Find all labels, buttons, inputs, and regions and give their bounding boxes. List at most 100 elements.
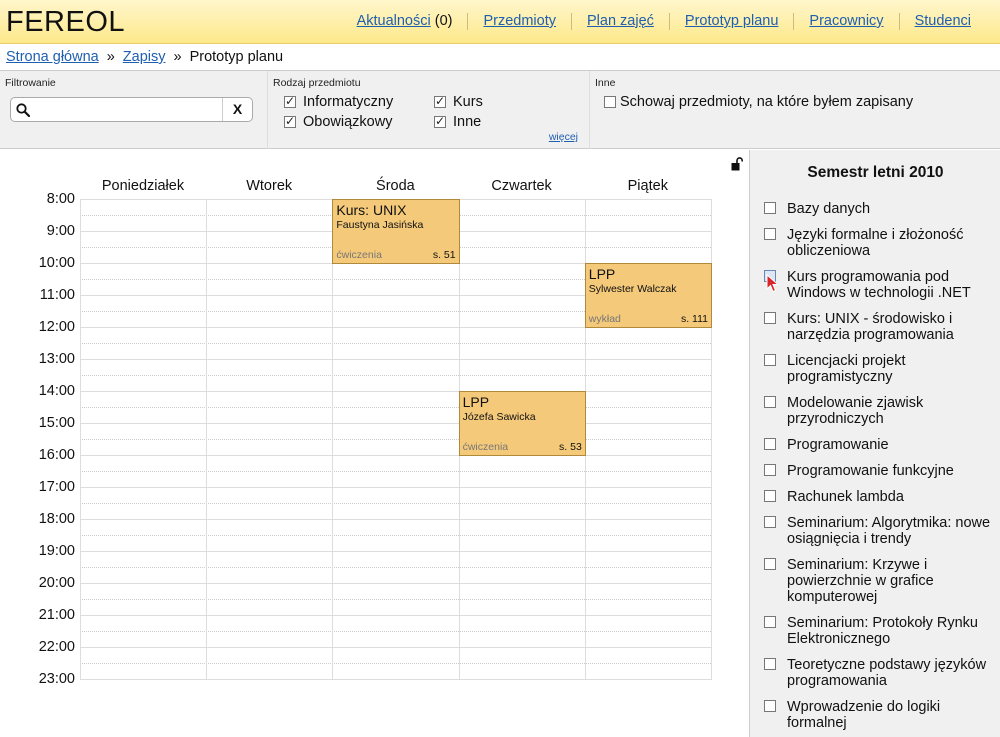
breadcrumb: Strona główna » Zapisy » Prototyp planu <box>0 44 1000 71</box>
half-hour-gridline <box>80 375 711 376</box>
hour-label: 8:00 <box>46 191 75 207</box>
course-item[interactable]: Modelowanie zjawisk przyrodniczych <box>764 395 996 427</box>
hour-gridline <box>80 359 711 360</box>
course-checkbox[interactable] <box>764 658 776 670</box>
hour-label: 9:00 <box>46 223 75 239</box>
hour-gridline <box>80 679 711 680</box>
course-item[interactable]: Języki formalne i złożoność obliczeniowa <box>764 227 996 259</box>
kind-option-obowiazkowy[interactable]: Obowiązkowy <box>284 114 392 130</box>
event-title: LPP <box>462 394 490 410</box>
course-item[interactable]: Wprowadzenie do logiki formalnej <box>764 699 996 731</box>
course-checkbox[interactable] <box>764 396 776 408</box>
checkbox-informatyczny[interactable] <box>284 94 296 108</box>
course-checkbox[interactable] <box>764 490 776 502</box>
hour-label: 10:00 <box>38 255 75 271</box>
search-box: X <box>10 97 253 122</box>
course-label: Kurs programowania pod Windows w technol… <box>787 269 971 301</box>
nav-link-prototype[interactable]: Prototyp planu <box>685 13 779 29</box>
course-label: Kurs: UNIX - środowisko i narzędzia prog… <box>787 311 954 343</box>
checkbox-kurs[interactable] <box>434 94 446 108</box>
half-hour-gridline <box>80 471 711 472</box>
filter-section-title: Filtrowanie <box>5 77 56 89</box>
hour-label: 21:00 <box>38 607 75 623</box>
unlock-icon[interactable] <box>731 157 743 171</box>
event-title: Kurs: UNIX <box>336 202 407 218</box>
nav-link-courses[interactable]: Przedmioty <box>483 13 556 29</box>
kind-option-informatyczny[interactable]: Informatyczny <box>284 94 393 110</box>
course-sidebar: Semestr letni 2010 Bazy danych Języki for… <box>749 150 1000 737</box>
event-type: ćwiczenia <box>462 441 509 453</box>
calendar-event[interactable]: LPP Sylwester Walczak wykład s. 111 <box>584 263 712 328</box>
half-hour-gridline <box>80 631 711 632</box>
course-label: Modelowanie zjawisk przyrodniczych <box>787 395 924 427</box>
course-item[interactable]: Bazy danych <box>764 201 996 217</box>
nav-link-schedule[interactable]: Plan zajęć <box>587 13 654 29</box>
hour-label: 11:00 <box>39 287 75 303</box>
checkbox-inne[interactable] <box>434 114 446 128</box>
kind-option-kurs[interactable]: Kurs <box>434 94 483 110</box>
course-item[interactable]: Programowanie funkcyjne <box>764 463 996 479</box>
checkbox-hide-enrolled[interactable] <box>604 96 616 108</box>
kind-option-inne[interactable]: Inne <box>434 114 481 130</box>
course-item[interactable]: Seminarium: Algorytmika: nowe osiągnięci… <box>764 515 996 547</box>
header-bar: FEREOL Aktualności (0) Przedmioty Plan z… <box>0 0 1000 44</box>
nav-link-students[interactable]: Studenci <box>915 13 971 29</box>
calendar-event[interactable]: Kurs: UNIX Faustyna Jasińska ćwiczenia s. 5… <box>332 199 460 264</box>
course-item[interactable]: Kurs: UNIX - środowisko i narzędzia prog… <box>764 311 996 343</box>
hour-gridline <box>80 455 711 456</box>
hour-gridline <box>80 391 711 392</box>
filter-section: Filtrowanie X <box>0 71 268 149</box>
course-label: Seminarium: Protokoły Rynku Elektroniczn… <box>787 615 978 647</box>
event-type: wykład <box>588 313 621 325</box>
kind-option-label: Kurs <box>453 94 483 110</box>
nav-link-employees[interactable]: Pracownicy <box>809 13 883 29</box>
kind-option-label: Informatyczny <box>303 94 394 110</box>
course-checkbox[interactable] <box>764 516 776 528</box>
course-checkbox[interactable] <box>764 354 776 366</box>
hour-label: 13:00 <box>38 351 75 367</box>
other-section-title: Inne <box>595 77 616 89</box>
course-item[interactable]: Rachunek lambda <box>764 489 996 505</box>
nav-item-schedule: Plan zajęć <box>571 13 669 30</box>
breadcrumb-enrollments[interactable]: Zapisy <box>123 49 166 65</box>
day-header: Środa <box>376 178 415 194</box>
clear-search-button[interactable]: X <box>222 98 252 121</box>
course-checkbox[interactable] <box>764 616 776 628</box>
nav-link-news[interactable]: Aktualności <box>357 13 431 29</box>
event-room: s. 111 <box>680 313 708 325</box>
course-checkbox[interactable] <box>764 700 776 712</box>
course-label: Języki formalne i złożoność obliczeniowa <box>787 227 964 259</box>
course-item[interactable]: Seminarium: Protokoły Rynku Elektroniczn… <box>764 615 996 647</box>
hour-gridline <box>80 615 711 616</box>
course-checkbox[interactable] <box>764 438 776 450</box>
course-label: Licencjacki projekt programistyczny <box>787 353 906 385</box>
course-checkbox[interactable] <box>764 464 776 476</box>
half-hour-gridline <box>80 599 711 600</box>
course-item[interactable]: Licencjacki projekt programistyczny <box>764 353 996 385</box>
search-input[interactable] <box>35 100 223 119</box>
checkbox-obowiazkowy[interactable] <box>284 114 296 128</box>
course-item[interactable]: Seminarium: Krzywe i powierzchnie w graf… <box>764 557 996 605</box>
course-checkbox[interactable] <box>764 202 776 214</box>
course-item[interactable]: Kurs programowania pod Windows w technol… <box>764 269 996 301</box>
course-checkbox[interactable] <box>764 228 776 240</box>
course-label: Seminarium: Krzywe i powierzchnie w graf… <box>787 557 934 605</box>
course-item[interactable]: Programowanie <box>764 437 996 453</box>
event-room: s. 53 <box>559 441 582 453</box>
hour-label: 17:00 <box>38 479 75 495</box>
hour-gridline <box>80 551 711 552</box>
breadcrumb-home[interactable]: Strona główna <box>6 49 99 65</box>
course-item[interactable]: Teoretyczne podstawy języków programowan… <box>764 657 996 689</box>
hour-gridline <box>80 519 711 520</box>
more-options-link[interactable]: więcej <box>549 131 578 143</box>
half-hour-gridline <box>80 503 711 504</box>
breadcrumb-separator: » <box>173 49 182 65</box>
hide-enrolled-option[interactable]: Schowaj przedmioty, na które byłem zapis… <box>604 94 913 110</box>
course-checkbox[interactable] <box>764 312 776 324</box>
event-teacher: Faustyna Jasińska <box>336 219 424 231</box>
calendar-event[interactable]: LPP Józefa Sawicka ćwiczenia s. 53 <box>458 391 586 456</box>
course-label: Seminarium: Algorytmika: nowe osiągnięci… <box>787 515 991 547</box>
course-checkbox[interactable] <box>764 558 776 570</box>
course-label: Wprowadzenie do logiki formalnej <box>787 699 941 731</box>
mouse-cursor-icon <box>766 274 780 293</box>
